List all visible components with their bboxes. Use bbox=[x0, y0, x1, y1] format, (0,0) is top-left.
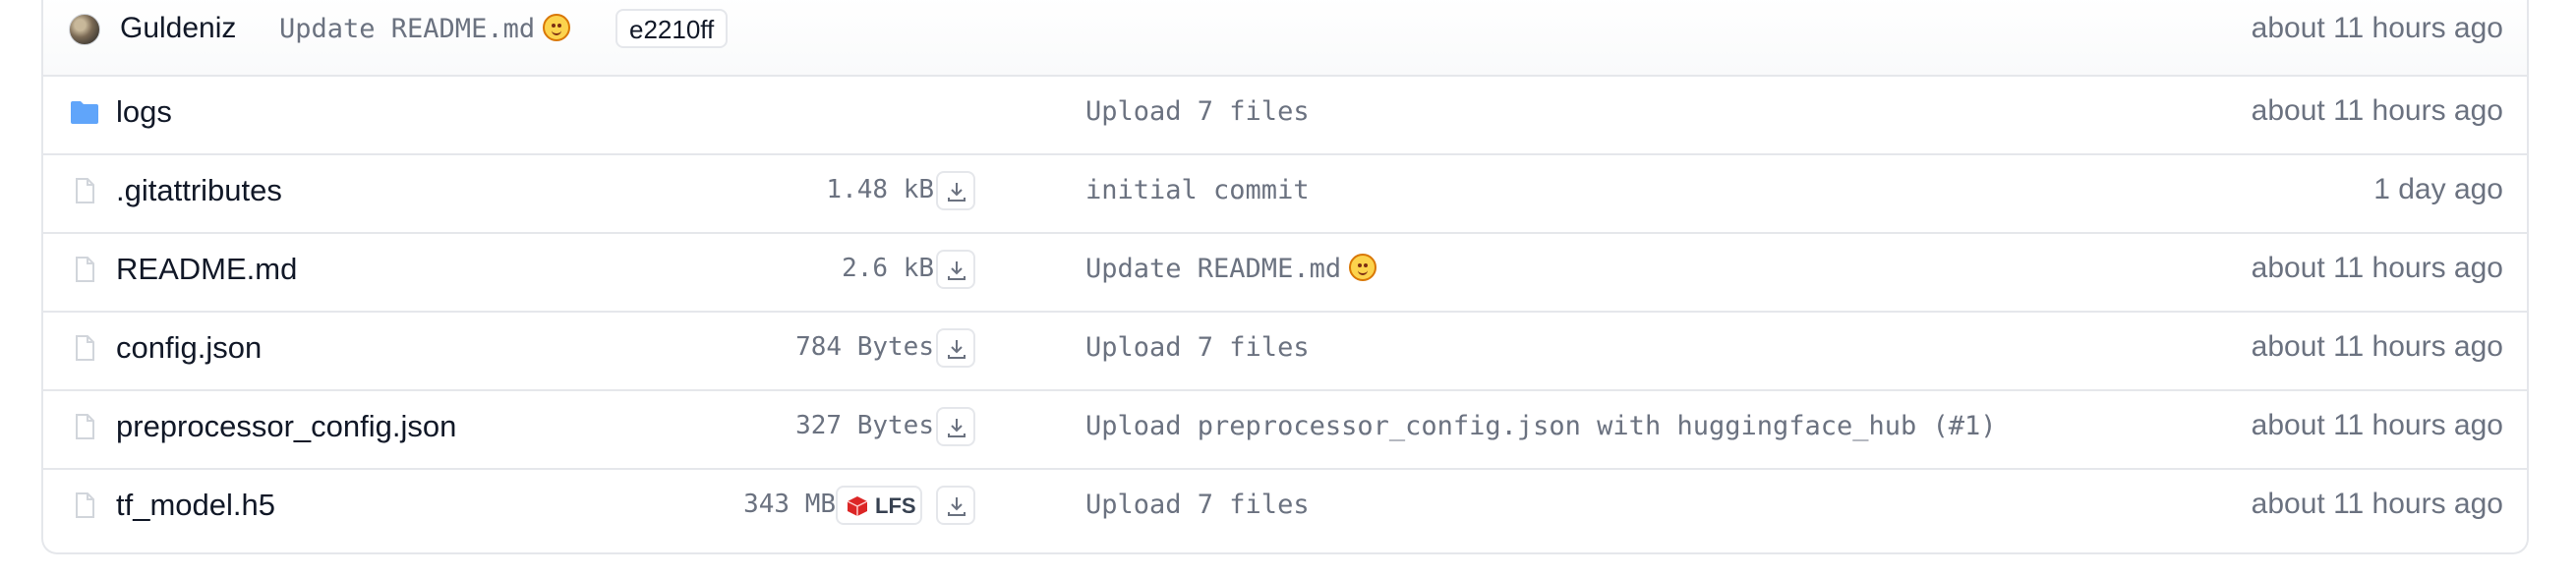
file-size: 1.48 kB bbox=[826, 175, 934, 204]
lfs-label: LFS bbox=[875, 493, 916, 518]
file-row-preprocessor-config[interactable]: preprocessor_config.json 327 Bytes Uploa… bbox=[43, 389, 2527, 470]
file-name[interactable]: config.json bbox=[116, 330, 262, 366]
file-commit-message[interactable]: initial commit bbox=[1085, 175, 1310, 205]
file-icon bbox=[76, 414, 94, 439]
file-list-panel: Guldeniz Update README.md e2210ff about … bbox=[41, 0, 2529, 554]
file-size: 343 MB bbox=[743, 490, 836, 519]
file-commit-message[interactable]: Update README.md bbox=[1085, 254, 1377, 284]
file-commit-message[interactable]: Upload preprocessor_config.json with hug… bbox=[1085, 411, 1997, 441]
file-name[interactable]: tf_model.h5 bbox=[116, 488, 275, 523]
last-commit-message[interactable]: Update README.md bbox=[279, 14, 571, 44]
lfs-badge[interactable]: LFS bbox=[836, 486, 922, 525]
commit-hash-link[interactable]: e2210ff bbox=[615, 9, 729, 48]
download-button[interactable] bbox=[936, 407, 975, 446]
last-commit-header: Guldeniz Update README.md e2210ff about … bbox=[43, 0, 2527, 77]
file-commit-message[interactable]: Upload 7 files bbox=[1085, 490, 1310, 520]
smiling-face-icon bbox=[543, 14, 571, 41]
file-commit-time: about 11 hours ago bbox=[2251, 488, 2503, 520]
download-icon bbox=[948, 497, 966, 516]
file-icon bbox=[76, 492, 94, 518]
file-size: 784 Bytes bbox=[795, 332, 934, 362]
download-icon bbox=[948, 261, 966, 280]
avatar[interactable] bbox=[69, 14, 100, 45]
file-icon bbox=[76, 335, 94, 361]
file-commit-time: 1 day ago bbox=[2373, 173, 2503, 205]
download-icon bbox=[948, 419, 966, 437]
file-commit-time: about 11 hours ago bbox=[2251, 94, 2503, 127]
file-commit-message-text: Update README.md bbox=[1085, 254, 1342, 284]
file-row-gitattributes[interactable]: .gitattributes 1.48 kB initial commit 1 … bbox=[43, 153, 2527, 234]
file-commit-time: about 11 hours ago bbox=[2251, 330, 2503, 363]
file-size: 327 Bytes bbox=[795, 411, 934, 440]
download-button[interactable] bbox=[936, 328, 975, 368]
download-button[interactable] bbox=[936, 250, 975, 289]
file-commit-message[interactable]: Upload 7 files bbox=[1085, 332, 1310, 363]
file-name[interactable]: logs bbox=[116, 94, 172, 130]
file-row-config[interactable]: config.json 784 Bytes Upload 7 files abo… bbox=[43, 311, 2527, 391]
file-name[interactable]: preprocessor_config.json bbox=[116, 409, 456, 444]
file-icon bbox=[76, 178, 94, 203]
folder-icon bbox=[71, 101, 98, 124]
file-commit-time: about 11 hours ago bbox=[2251, 252, 2503, 284]
smiling-face-icon bbox=[1349, 254, 1377, 281]
download-icon bbox=[948, 340, 966, 359]
file-name[interactable]: README.md bbox=[116, 252, 297, 287]
download-button[interactable] bbox=[936, 171, 975, 210]
file-icon bbox=[76, 257, 94, 282]
file-commit-time: about 11 hours ago bbox=[2251, 409, 2503, 441]
file-commit-message[interactable]: Upload 7 files bbox=[1085, 96, 1310, 127]
file-row-tf-model[interactable]: tf_model.h5 343 MB LFS Upload 7 files ab… bbox=[43, 468, 2527, 547]
last-commit-time: about 11 hours ago bbox=[2251, 12, 2503, 44]
download-icon bbox=[948, 183, 966, 202]
file-row-logs[interactable]: logs Upload 7 files about 11 hours ago bbox=[43, 75, 2527, 155]
last-commit-message-text: Update README.md bbox=[279, 14, 536, 44]
commit-author[interactable]: Guldeniz bbox=[120, 12, 236, 45]
file-row-readme[interactable]: README.md 2.6 kB Update README.md about … bbox=[43, 232, 2527, 313]
download-button[interactable] bbox=[936, 486, 975, 525]
file-size: 2.6 kB bbox=[842, 254, 934, 283]
file-name[interactable]: .gitattributes bbox=[116, 173, 282, 208]
lfs-cube-icon bbox=[847, 496, 868, 516]
